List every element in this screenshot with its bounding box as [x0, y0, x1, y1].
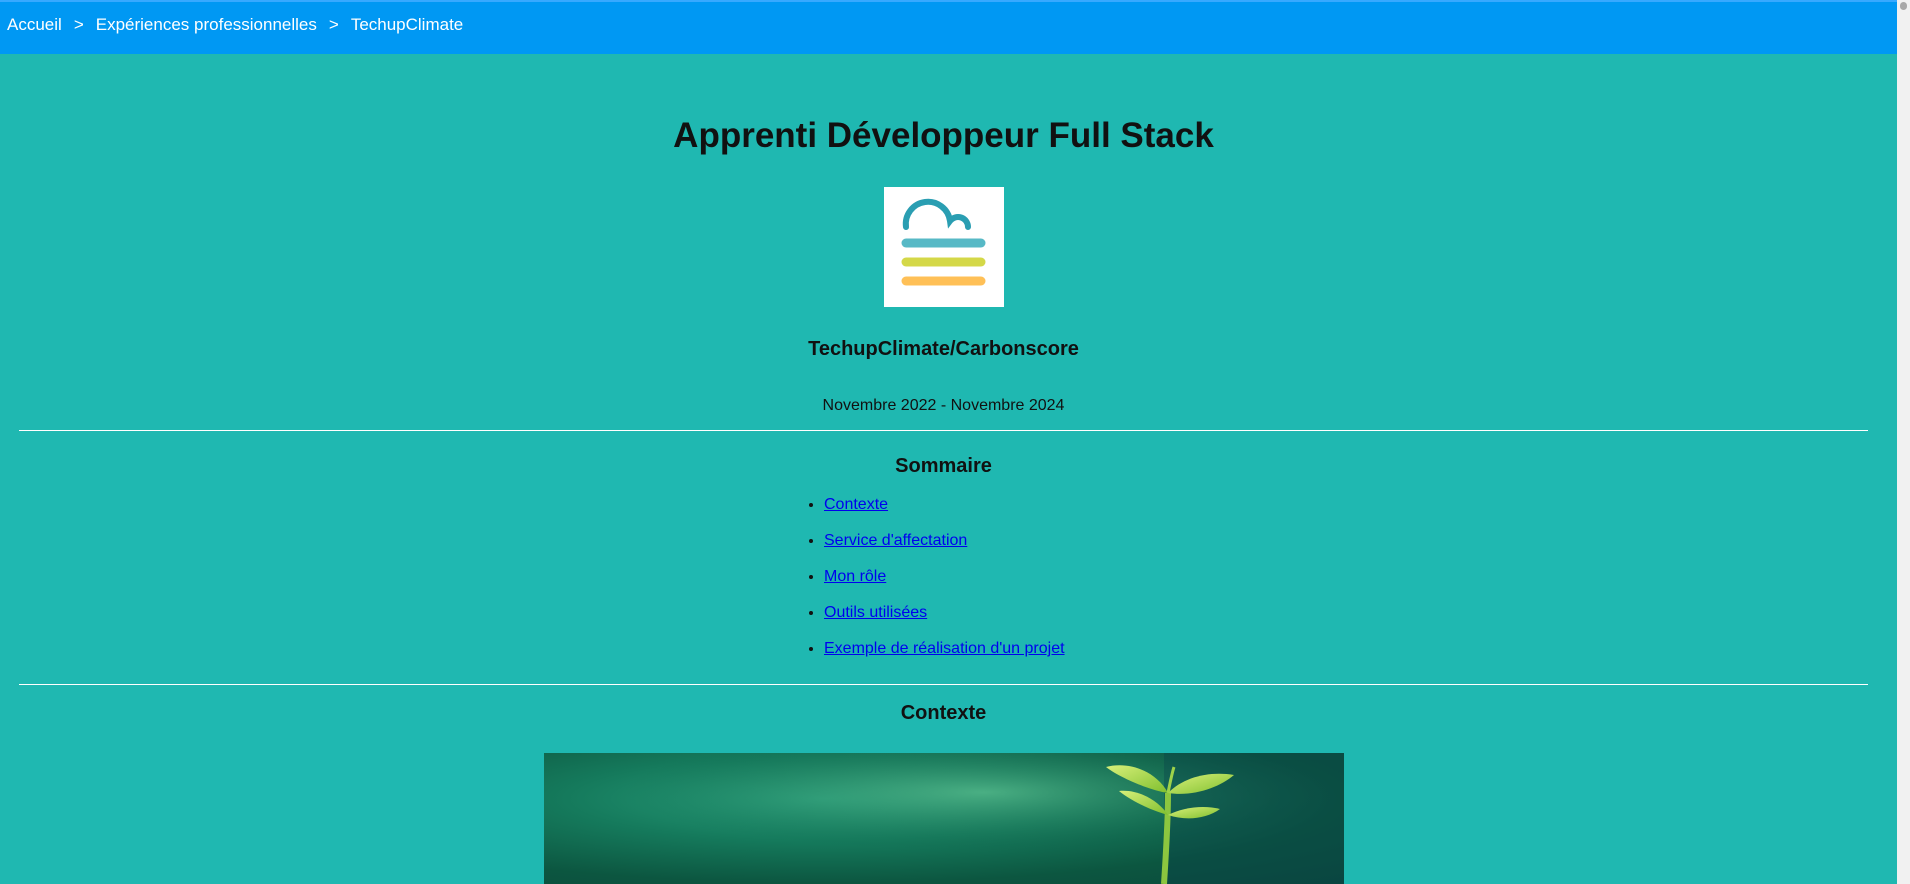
scrollbar-thumb[interactable]: [1900, 2, 1907, 10]
section-divider: [19, 430, 1868, 431]
vertical-scrollbar[interactable]: [1897, 0, 1910, 884]
list-item: Mon rôle: [824, 566, 1065, 602]
plant-sprout-icon: [544, 753, 1344, 884]
page-title: Apprenti Développeur Full Stack: [673, 116, 1214, 155]
summary-title: Sommaire: [895, 455, 992, 477]
list-item: Exemple de réalisation d'un projet: [824, 638, 1065, 674]
employment-dates: Novembre 2022 - Novembre 2024: [822, 397, 1065, 414]
toc-link-role[interactable]: Mon rôle: [824, 568, 886, 585]
context-section-title: Contexte: [900, 702, 987, 724]
top-navigation-bar: Accueil > Expériences professionnelles > Tec…: [0, 0, 1897, 54]
main-content: Apprenti Développeur Full Stack TechupCl…: [0, 54, 1897, 884]
toc-link-exemple[interactable]: Exemple de réalisation d'un projet: [824, 640, 1065, 657]
company-logo: [884, 187, 1004, 307]
breadcrumb-separator: >: [328, 15, 339, 34]
toc-link-service[interactable]: Service d'affectation: [824, 532, 967, 549]
breadcrumb-experiences-link[interactable]: Expériences professionnelles: [96, 15, 317, 34]
list-item: Contexte: [824, 494, 1065, 530]
breadcrumb-home-link[interactable]: Accueil: [7, 15, 62, 34]
company-name: TechupClimate/Carbonscore: [808, 338, 1079, 360]
cloud-lines-logo-icon: [901, 198, 986, 286]
list-item: Outils utilisées: [824, 602, 1065, 638]
breadcrumb-current-page[interactable]: TechupClimate: [351, 15, 463, 34]
toc-link-outils[interactable]: Outils utilisées: [824, 604, 927, 621]
breadcrumb-separator: >: [73, 15, 84, 34]
toc-link-contexte[interactable]: Contexte: [824, 496, 888, 513]
breadcrumb: Accueil > Expériences professionnelles > Tec…: [7, 15, 463, 35]
plant-sprout-image: [544, 753, 1344, 884]
summary-list: Contexte Service d'affectation Mon rôle …: [806, 494, 1065, 674]
list-item: Service d'affectation: [824, 530, 1065, 566]
section-divider: [19, 684, 1868, 685]
